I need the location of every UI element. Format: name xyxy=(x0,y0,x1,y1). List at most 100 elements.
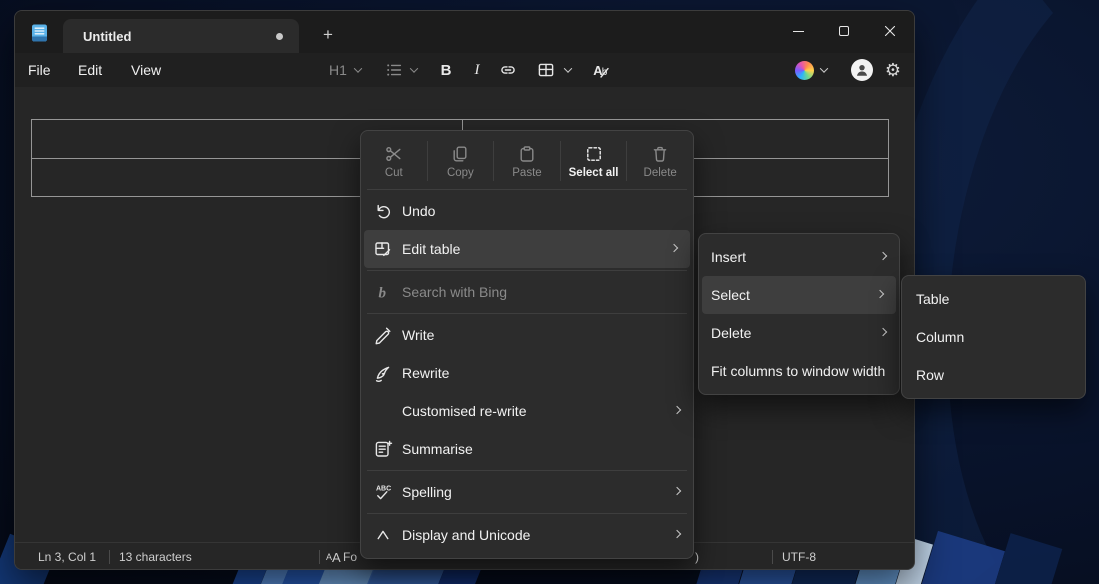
font-size-icon[interactable]: AA xyxy=(326,543,341,569)
submenu-item-fit-columns[interactable]: Fit columns to window width xyxy=(699,352,899,390)
submenu-item-label: Fit columns to window width xyxy=(711,363,886,379)
encoding[interactable]: UTF-8 xyxy=(782,543,816,569)
menubar: File Edit View H1 B I A b ⚙ xyxy=(15,53,914,87)
menu-item-search-with-bing[interactable]: b Search with Bing xyxy=(361,273,693,311)
menu-item-write[interactable]: Write xyxy=(361,316,693,354)
submenu-item-label: Table xyxy=(916,291,950,307)
table-dropdown[interactable] xyxy=(561,53,575,87)
cut-button[interactable]: Cut xyxy=(361,135,427,187)
quick-action-row: Cut Copy Paste Select all Delete xyxy=(361,135,693,187)
status-divider xyxy=(319,550,320,564)
clear-formatting-button[interactable]: A b xyxy=(587,53,615,87)
caret-icon xyxy=(373,525,393,545)
bold-button[interactable]: B xyxy=(433,53,459,87)
menu-view[interactable]: View xyxy=(131,53,161,87)
svg-text:b: b xyxy=(379,286,387,302)
menu-separator xyxy=(367,313,687,314)
line-ending-fragment: ) xyxy=(695,550,699,564)
chevron-down-icon xyxy=(563,64,573,73)
italic-button[interactable]: I xyxy=(464,53,490,87)
close-button[interactable] xyxy=(867,15,913,47)
trash-icon xyxy=(653,146,667,162)
link-button[interactable] xyxy=(495,53,521,87)
settings-button[interactable]: ⚙ xyxy=(879,53,907,87)
select-submenu: Table Column Row xyxy=(901,275,1086,399)
scissors-icon xyxy=(385,146,401,161)
menu-item-edit-table[interactable]: Edit table xyxy=(364,230,690,268)
paste-button[interactable]: Paste xyxy=(494,135,560,187)
select-all-label: Select all xyxy=(568,166,619,179)
svg-text:ABC: ABC xyxy=(376,486,391,493)
menu-edit[interactable]: Edit xyxy=(78,53,102,87)
heading-style-dropdown[interactable] xyxy=(351,53,365,87)
edit-table-icon xyxy=(373,239,393,259)
copilot-icon xyxy=(794,60,814,80)
notepad-app-icon xyxy=(32,24,47,42)
submenu-item-insert[interactable]: Insert xyxy=(699,238,899,276)
tab-untitled[interactable]: Untitled xyxy=(63,19,299,53)
context-menu: Cut Copy Paste Select all Delete Undo Ed… xyxy=(360,130,694,559)
chevron-right-icon xyxy=(878,251,888,261)
italic-label: I xyxy=(474,61,480,78)
menu-item-rewrite[interactable]: Rewrite xyxy=(361,354,693,392)
edit-table-submenu: Insert Select Delete Fit columns to wind… xyxy=(698,233,900,395)
menu-item-label: Summarise xyxy=(402,441,473,457)
menu-item-display-and-unicode[interactable]: Display and Unicode xyxy=(361,516,693,554)
table-icon xyxy=(538,63,554,77)
heading-style-label: H1 xyxy=(329,62,347,78)
submenu-item-select[interactable]: Select xyxy=(702,276,896,314)
status-divider xyxy=(109,550,110,564)
bullet-list-icon xyxy=(387,64,402,76)
menu-item-label: Edit table xyxy=(402,241,461,257)
menu-separator xyxy=(367,513,687,514)
submenu-item-row[interactable]: Row xyxy=(902,356,1085,394)
menu-separator xyxy=(367,470,687,471)
minimize-button[interactable] xyxy=(775,15,821,47)
delete-label: Delete xyxy=(643,166,677,179)
clear-formatting-icon: A b xyxy=(593,63,609,78)
titlebar: Untitled + xyxy=(15,11,914,53)
paste-label: Paste xyxy=(512,166,542,179)
list-dropdown[interactable] xyxy=(407,53,421,87)
font-size-large-a: A xyxy=(332,549,341,565)
menu-item-undo[interactable]: Undo xyxy=(361,192,693,230)
submenu-item-table[interactable]: Table xyxy=(902,280,1085,318)
menu-separator xyxy=(367,270,687,271)
menu-file[interactable]: File xyxy=(28,53,51,87)
copy-label: Copy xyxy=(446,166,474,179)
chevron-right-icon xyxy=(672,529,682,539)
menu-item-summarise[interactable]: Summarise xyxy=(361,430,693,468)
table-button[interactable] xyxy=(533,53,559,87)
menu-item-label: Undo xyxy=(402,203,436,219)
chevron-right-icon xyxy=(878,327,888,337)
account-button[interactable] xyxy=(847,53,877,87)
copilot-dropdown[interactable] xyxy=(817,53,831,87)
chevron-right-icon xyxy=(669,243,679,253)
submenu-item-delete[interactable]: Delete xyxy=(699,314,899,352)
copy-button[interactable]: Copy xyxy=(428,135,494,187)
chevron-right-icon xyxy=(672,486,682,496)
menu-item-customised-rewrite[interactable]: Customised re-write xyxy=(361,392,693,430)
list-button[interactable] xyxy=(381,53,407,87)
menu-separator xyxy=(367,189,687,190)
heading-style-button[interactable]: H1 xyxy=(323,53,353,87)
bold-label: B xyxy=(440,61,452,79)
close-icon xyxy=(884,25,896,37)
submenu-item-column[interactable]: Column xyxy=(902,318,1085,356)
menu-item-spelling[interactable]: ABC Spelling xyxy=(361,473,693,511)
person-icon xyxy=(856,64,868,76)
submenu-item-label: Insert xyxy=(711,249,747,265)
select-all-button[interactable]: Select all xyxy=(561,135,627,187)
no-icon xyxy=(373,401,393,421)
chevron-down-icon xyxy=(409,64,419,73)
select-all-icon xyxy=(586,146,601,161)
spelling-abc-icon: ABC xyxy=(373,482,393,502)
copilot-button[interactable] xyxy=(791,53,817,87)
write-pen-icon xyxy=(373,325,393,345)
new-tab-button[interactable]: + xyxy=(311,19,345,51)
chevron-right-icon xyxy=(672,405,682,415)
delete-button[interactable]: Delete xyxy=(627,135,693,187)
status-divider xyxy=(772,550,773,564)
maximize-button[interactable] xyxy=(821,15,867,47)
menu-item-label: Display and Unicode xyxy=(402,527,531,543)
